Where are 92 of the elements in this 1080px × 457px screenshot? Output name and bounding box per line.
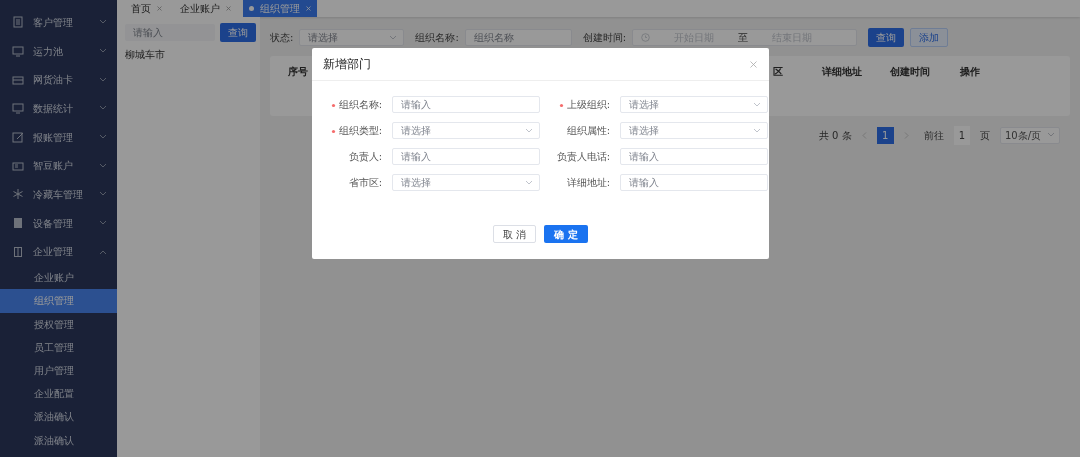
- expand-icon: [99, 191, 107, 198]
- expand-icon: [99, 48, 107, 55]
- input-field[interactable]: 请输入: [620, 174, 768, 191]
- expand-icon: [99, 105, 107, 112]
- field-label: 负责人电话:: [555, 150, 611, 164]
- field-label: 省市区:: [347, 176, 383, 190]
- sidebar-item[interactable]: 企业管理: [0, 237, 117, 267]
- submenu-item[interactable]: 企业配置: [0, 382, 117, 406]
- edit-icon: [12, 131, 24, 144]
- dialog-title: 新增部门: [323, 56, 371, 73]
- name-field[interactable]: 组织名称: [464, 28, 572, 46]
- sidebar-item[interactable]: 客户管理: [0, 8, 117, 37]
- column-header: 详细地址: [822, 65, 862, 79]
- search-field[interactable]: 请输入: [125, 24, 215, 41]
- dropdown-icon: [1047, 132, 1055, 138]
- close-icon: [157, 6, 162, 11]
- close-icon: [226, 6, 231, 11]
- page-unit: 页: [980, 128, 990, 143]
- field-label: 组织类型:: [312, 123, 392, 138]
- page-input[interactable]: 1: [953, 125, 970, 145]
- sidebar-item[interactable]: 网货油卡: [0, 65, 117, 95]
- sidebar-item[interactable]: 运力池: [0, 36, 117, 66]
- total-count: 共 0 条: [818, 128, 852, 143]
- expand-icon: [99, 220, 107, 227]
- collapse-icon: [99, 248, 107, 255]
- monitor-icon: [12, 102, 24, 115]
- tab[interactable]: 组织管理: [243, 0, 317, 17]
- sidebar-item[interactable]: 设备管理: [0, 208, 117, 238]
- dropdown-icon: [753, 102, 761, 108]
- confirm-button[interactable]: 确 定: [544, 225, 588, 243]
- expand-icon: [99, 19, 107, 26]
- column-header: 区: [773, 65, 783, 79]
- clock-icon: [641, 32, 651, 42]
- filter-label: 创建时间:: [582, 30, 627, 45]
- filter-label: 状态:: [270, 30, 294, 45]
- page-size-select[interactable]: 10条/页: [1000, 126, 1060, 144]
- filter-label: 组织名称:: [415, 30, 459, 45]
- field-label: 负责人:: [347, 150, 383, 164]
- sidebar-item[interactable]: 智豆账户: [0, 151, 117, 181]
- select-field[interactable]: 请选择: [620, 122, 768, 139]
- monitor-icon: [12, 45, 24, 58]
- sidebar-item[interactable]: 报账管理: [0, 122, 117, 152]
- submenu-item[interactable]: 派油确认: [0, 405, 117, 429]
- dropdown-icon: [389, 34, 398, 41]
- close-icon: [306, 6, 311, 11]
- add-button[interactable]: 添加: [910, 27, 949, 47]
- required-icon: [330, 128, 336, 134]
- submenu-item[interactable]: 组织管理: [0, 289, 117, 313]
- page-number[interactable]: 1: [876, 126, 894, 144]
- building-icon: [12, 245, 24, 258]
- tab[interactable]: 企业账户: [174, 0, 237, 17]
- close-icon: [750, 60, 757, 68]
- tree-node[interactable]: 柳城车市: [125, 47, 252, 62]
- select-field[interactable]: 请选择: [392, 174, 540, 191]
- column-header: 序号: [288, 65, 308, 79]
- expand-icon: [99, 162, 107, 169]
- goto-label: 前往: [923, 128, 944, 143]
- dropdown-icon: [525, 180, 533, 186]
- field-label: 组织名称:: [312, 97, 392, 112]
- submenu-item[interactable]: 派油确认: [0, 428, 117, 452]
- field-label: 详细地址:: [565, 176, 611, 190]
- status-select[interactable]: 请选择: [299, 28, 405, 46]
- search-button[interactable]: 查询: [868, 27, 905, 47]
- input-field[interactable]: 请输入: [392, 96, 540, 113]
- input-field[interactable]: 请输入: [620, 148, 768, 165]
- document-icon: [12, 16, 24, 29]
- column-header: 创建时间: [890, 65, 930, 79]
- submenu-item[interactable]: 员工管理: [0, 335, 117, 359]
- snowflake-icon: [12, 188, 24, 201]
- field-label: 组织属性:: [565, 124, 611, 138]
- column-header: 操作: [960, 65, 980, 79]
- dropdown-icon: [753, 128, 761, 134]
- id-card-icon: [12, 159, 24, 172]
- field-label: 上级组织:: [540, 97, 620, 112]
- card-icon: [12, 73, 24, 86]
- cancel-button[interactable]: 取 消: [493, 225, 537, 243]
- active-dot: [249, 6, 254, 11]
- select-field[interactable]: 请选择: [620, 96, 768, 113]
- select-field[interactable]: 请选择: [392, 122, 540, 139]
- expand-icon: [99, 76, 107, 83]
- sidebar-item[interactable]: 数据统计: [0, 94, 117, 123]
- expand-icon: [99, 134, 107, 141]
- search-button[interactable]: 查询: [220, 23, 256, 42]
- input-field[interactable]: 请输入: [392, 148, 540, 165]
- required-icon: [558, 102, 564, 108]
- building-icon: [12, 217, 24, 230]
- range-separator: 至: [738, 30, 749, 45]
- dropdown-icon: [525, 128, 533, 134]
- tab[interactable]: 首页: [125, 0, 168, 17]
- submenu-item[interactable]: 用户管理: [0, 358, 117, 383]
- sidebar-item[interactable]: 冷藏车管理: [0, 180, 117, 209]
- required-icon: [330, 102, 336, 108]
